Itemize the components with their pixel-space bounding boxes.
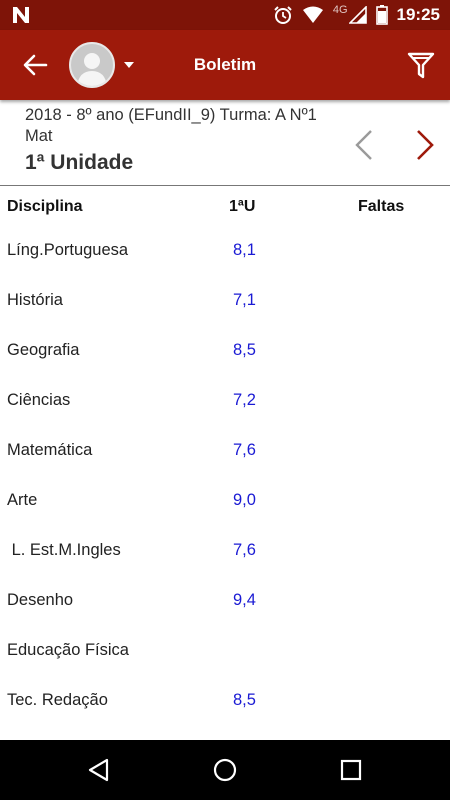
avatar-icon bbox=[77, 53, 107, 86]
column-header-unit: 1ªU bbox=[229, 198, 256, 215]
subject-name: Líng.Portuguesa bbox=[7, 241, 129, 259]
grade-value: 8,1 bbox=[233, 241, 256, 259]
n-notification-icon bbox=[13, 7, 29, 23]
grade-value: 8,5 bbox=[233, 341, 256, 359]
back-arrow-icon[interactable] bbox=[20, 50, 50, 80]
table-row[interactable]: Ciências 7,2 bbox=[0, 378, 450, 428]
table-header: Disciplina 1ªU Faltas bbox=[0, 188, 450, 228]
battery-icon bbox=[375, 5, 388, 25]
table-row[interactable]: L. Est.M.Ingles 7,6 bbox=[0, 528, 450, 578]
subject-name: Educação Física bbox=[7, 641, 129, 659]
grade-value: 9,0 bbox=[233, 491, 256, 509]
chevron-right-icon[interactable] bbox=[413, 128, 437, 162]
dropdown-caret-icon bbox=[124, 62, 134, 68]
nav-back-icon[interactable] bbox=[86, 757, 112, 783]
filter-icon[interactable] bbox=[406, 50, 436, 80]
page-title: Boletim bbox=[193, 55, 257, 74]
table-row[interactable]: Educação Física bbox=[0, 628, 450, 678]
grade-value: 8,5 bbox=[233, 691, 256, 709]
column-header-subject: Disciplina bbox=[7, 198, 83, 215]
chevron-left-icon[interactable] bbox=[352, 128, 376, 162]
signal-icon bbox=[348, 6, 367, 24]
class-header: 2018 - 8º ano (EFundII_9) Turma: A Nº1 M… bbox=[0, 100, 450, 186]
system-nav-bar bbox=[0, 740, 450, 800]
grade-value: 7,6 bbox=[233, 541, 256, 559]
alarm-icon bbox=[274, 6, 292, 24]
subject-name: L. Est.M.Ingles bbox=[7, 541, 121, 559]
subject-name: Ciências bbox=[7, 391, 71, 409]
table-row[interactable]: Arte 9,0 bbox=[0, 478, 450, 528]
table-row[interactable]: Líng.Portuguesa 8,1 bbox=[0, 228, 450, 278]
table-row[interactable]: Geografia 8,5 bbox=[0, 328, 450, 378]
grade-value: 9,4 bbox=[233, 591, 256, 609]
subject-name: Arte bbox=[7, 491, 38, 509]
grade-value: 7,1 bbox=[233, 291, 256, 309]
grade-value: 7,2 bbox=[233, 391, 256, 409]
account-switcher-button[interactable] bbox=[69, 42, 139, 88]
table-row[interactable]: Matemática 7,6 bbox=[0, 428, 450, 478]
table-row[interactable]: História 7,1 bbox=[0, 278, 450, 328]
subject-name: Geografia bbox=[7, 341, 80, 359]
subject-name: Desenho bbox=[7, 591, 74, 609]
nav-home-icon[interactable] bbox=[212, 757, 238, 783]
nav-recents-icon[interactable] bbox=[338, 757, 364, 783]
network-type-label: 4G bbox=[332, 4, 348, 16]
class-info-text: 2018 - 8º ano (EFundII_9) Turma: A Nº1 M… bbox=[25, 106, 317, 145]
subject-name: Matemática bbox=[7, 441, 93, 459]
avatar bbox=[69, 42, 115, 88]
table-body: Líng.Portuguesa 8,1 História 7,1 Geograf… bbox=[0, 228, 450, 728]
clock: 19:25 bbox=[396, 5, 440, 24]
status-bar: 4G 19:25 bbox=[0, 0, 450, 30]
table-row[interactable]: Tec. Redação 8,5 bbox=[0, 678, 450, 728]
unit-title: 1ª Unidade bbox=[25, 151, 134, 174]
wifi-icon bbox=[302, 6, 323, 23]
grade-value: 7,6 bbox=[233, 441, 256, 459]
subject-name: História bbox=[7, 291, 63, 309]
column-header-absences: Faltas bbox=[358, 198, 405, 215]
subject-name: Tec. Redação bbox=[7, 691, 108, 709]
table-row[interactable]: Desenho 9,4 bbox=[0, 578, 450, 628]
app-bar: Boletim bbox=[0, 30, 450, 100]
